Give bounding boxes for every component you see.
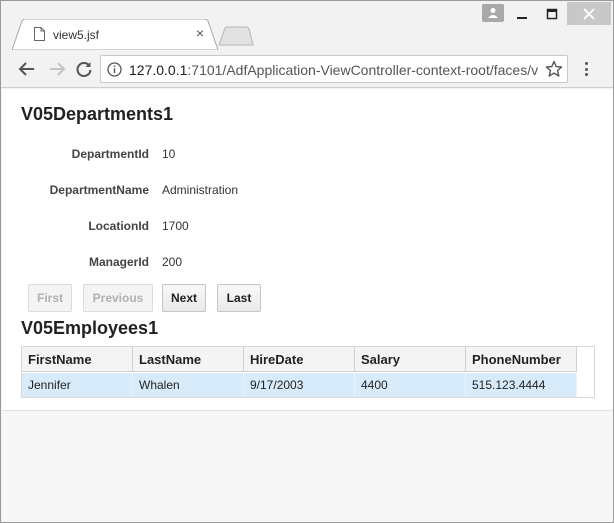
address-bar[interactable]: 127.0.0.1:7101/AdfApplication-ViewContro…	[100, 55, 568, 83]
previous-button[interactable]: Previous	[83, 284, 153, 312]
tab-close-icon[interactable]: ×	[193, 26, 207, 40]
minimize-icon[interactable]	[509, 4, 535, 24]
cell-hiredate: 9/17/2003	[244, 373, 355, 397]
column-header-hiredate[interactable]: HireDate	[244, 347, 355, 372]
form-row-location-id: LocationId 1700	[2, 216, 302, 236]
employees-title: V05Employees1	[21, 318, 159, 338]
document-icon	[34, 27, 45, 41]
browser-toolbar: 127.0.0.1:7101/AdfApplication-ViewContro…	[1, 50, 613, 88]
page-viewport: V05Departments1 DepartmentId 10 Departme…	[2, 89, 613, 522]
column-header-phonenumber[interactable]: PhoneNumber	[466, 347, 577, 372]
table-header: FirstName LastName HireDate Salary Phone…	[22, 347, 577, 372]
department-name-value: Administration	[162, 183, 239, 197]
profile-icon[interactable]	[482, 4, 504, 22]
page-content: V05Departments1 DepartmentId 10 Departme…	[2, 89, 613, 411]
reload-icon[interactable]	[73, 58, 95, 80]
last-button[interactable]: Last	[217, 284, 261, 312]
location-id-value: 1700	[162, 219, 189, 233]
url-text[interactable]: 127.0.0.1:7101/AdfApplication-ViewContro…	[129, 62, 539, 78]
browser-tab[interactable]: view5.jsf ×	[12, 19, 218, 50]
bookmark-star-icon[interactable]	[545, 60, 563, 78]
cell-phonenumber: 515.123.4444	[466, 373, 577, 397]
url-host: 127.0.0.1	[129, 62, 188, 78]
cell-salary: 4400	[355, 373, 466, 397]
location-id-label: LocationId	[88, 219, 149, 233]
manager-id-label: ManagerId	[88, 255, 149, 269]
manager-id-value: 200	[162, 255, 183, 269]
department-name-label: DepartmentName	[49, 183, 149, 197]
form-row-manager-id: ManagerId 200	[2, 252, 302, 272]
cell-lastname: Whalen	[133, 373, 244, 397]
table-row[interactable]: Jennifer Whalen 9/17/2003 4400 515.123.4…	[22, 373, 577, 397]
new-tab-button[interactable]	[218, 26, 254, 46]
column-header-firstname[interactable]: FirstName	[22, 347, 133, 372]
forward-arrow-icon[interactable]	[46, 58, 68, 80]
browser-window: view5.jsf × 127.0.0.1:7101/AdfApplicatio…	[0, 0, 614, 523]
next-button[interactable]: Next	[162, 284, 206, 312]
department-id-value: 10	[162, 147, 176, 161]
cell-firstname: Jennifer	[22, 373, 133, 397]
window-close-icon[interactable]	[567, 2, 611, 25]
form-row-department-name: DepartmentName Administration	[2, 180, 302, 200]
maximize-icon[interactable]	[539, 4, 565, 24]
column-header-lastname[interactable]: LastName	[133, 347, 244, 372]
department-id-label: DepartmentId	[71, 147, 149, 161]
tab-title: view5.jsf	[53, 28, 100, 42]
back-arrow-icon[interactable]	[16, 58, 38, 80]
form-row-department-id: DepartmentId 10	[2, 144, 302, 164]
browser-menu-icon[interactable]	[578, 60, 594, 78]
title-bar: view5.jsf ×	[1, 1, 613, 50]
departments-title: V05Departments1	[21, 104, 174, 124]
column-header-salary[interactable]: Salary	[355, 347, 466, 372]
first-button[interactable]: First	[28, 284, 72, 312]
url-path: :7101/AdfApplication-ViewController-cont…	[187, 62, 539, 78]
info-icon[interactable]	[107, 62, 122, 77]
employees-table: FirstName LastName HireDate Salary Phone…	[21, 346, 595, 398]
